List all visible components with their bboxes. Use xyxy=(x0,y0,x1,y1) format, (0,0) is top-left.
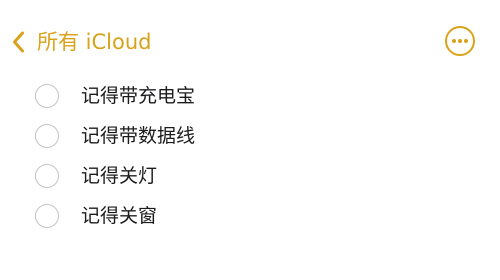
checklist: 记得带充电宝 记得带数据线 记得关灯 记得关窗 xyxy=(0,77,500,237)
checklist-item: 记得关窗 xyxy=(0,197,500,237)
checklist-item: 记得关灯 xyxy=(0,157,500,197)
ellipsis-circle-icon xyxy=(445,26,475,56)
checkbox[interactable] xyxy=(35,164,59,188)
checklist-item: 记得带充电宝 xyxy=(0,77,500,117)
navigation-bar: 所有 iCloud xyxy=(0,0,500,84)
checklist-item: 记得带数据线 xyxy=(0,117,500,157)
chevron-left-icon xyxy=(13,31,24,53)
back-button-label: 所有 iCloud xyxy=(37,30,152,54)
checkbox[interactable] xyxy=(35,84,59,108)
checklist-item-text[interactable]: 记得关灯 xyxy=(81,161,157,191)
checklist-item-text[interactable]: 记得带充电宝 xyxy=(81,81,195,111)
checkbox[interactable] xyxy=(35,204,59,228)
back-button[interactable]: 所有 iCloud xyxy=(10,27,152,57)
checkbox[interactable] xyxy=(35,124,59,148)
checklist-item-text[interactable]: 记得关窗 xyxy=(81,201,157,231)
checklist-item-text[interactable]: 记得带数据线 xyxy=(81,121,195,151)
more-options-button[interactable] xyxy=(444,25,476,57)
